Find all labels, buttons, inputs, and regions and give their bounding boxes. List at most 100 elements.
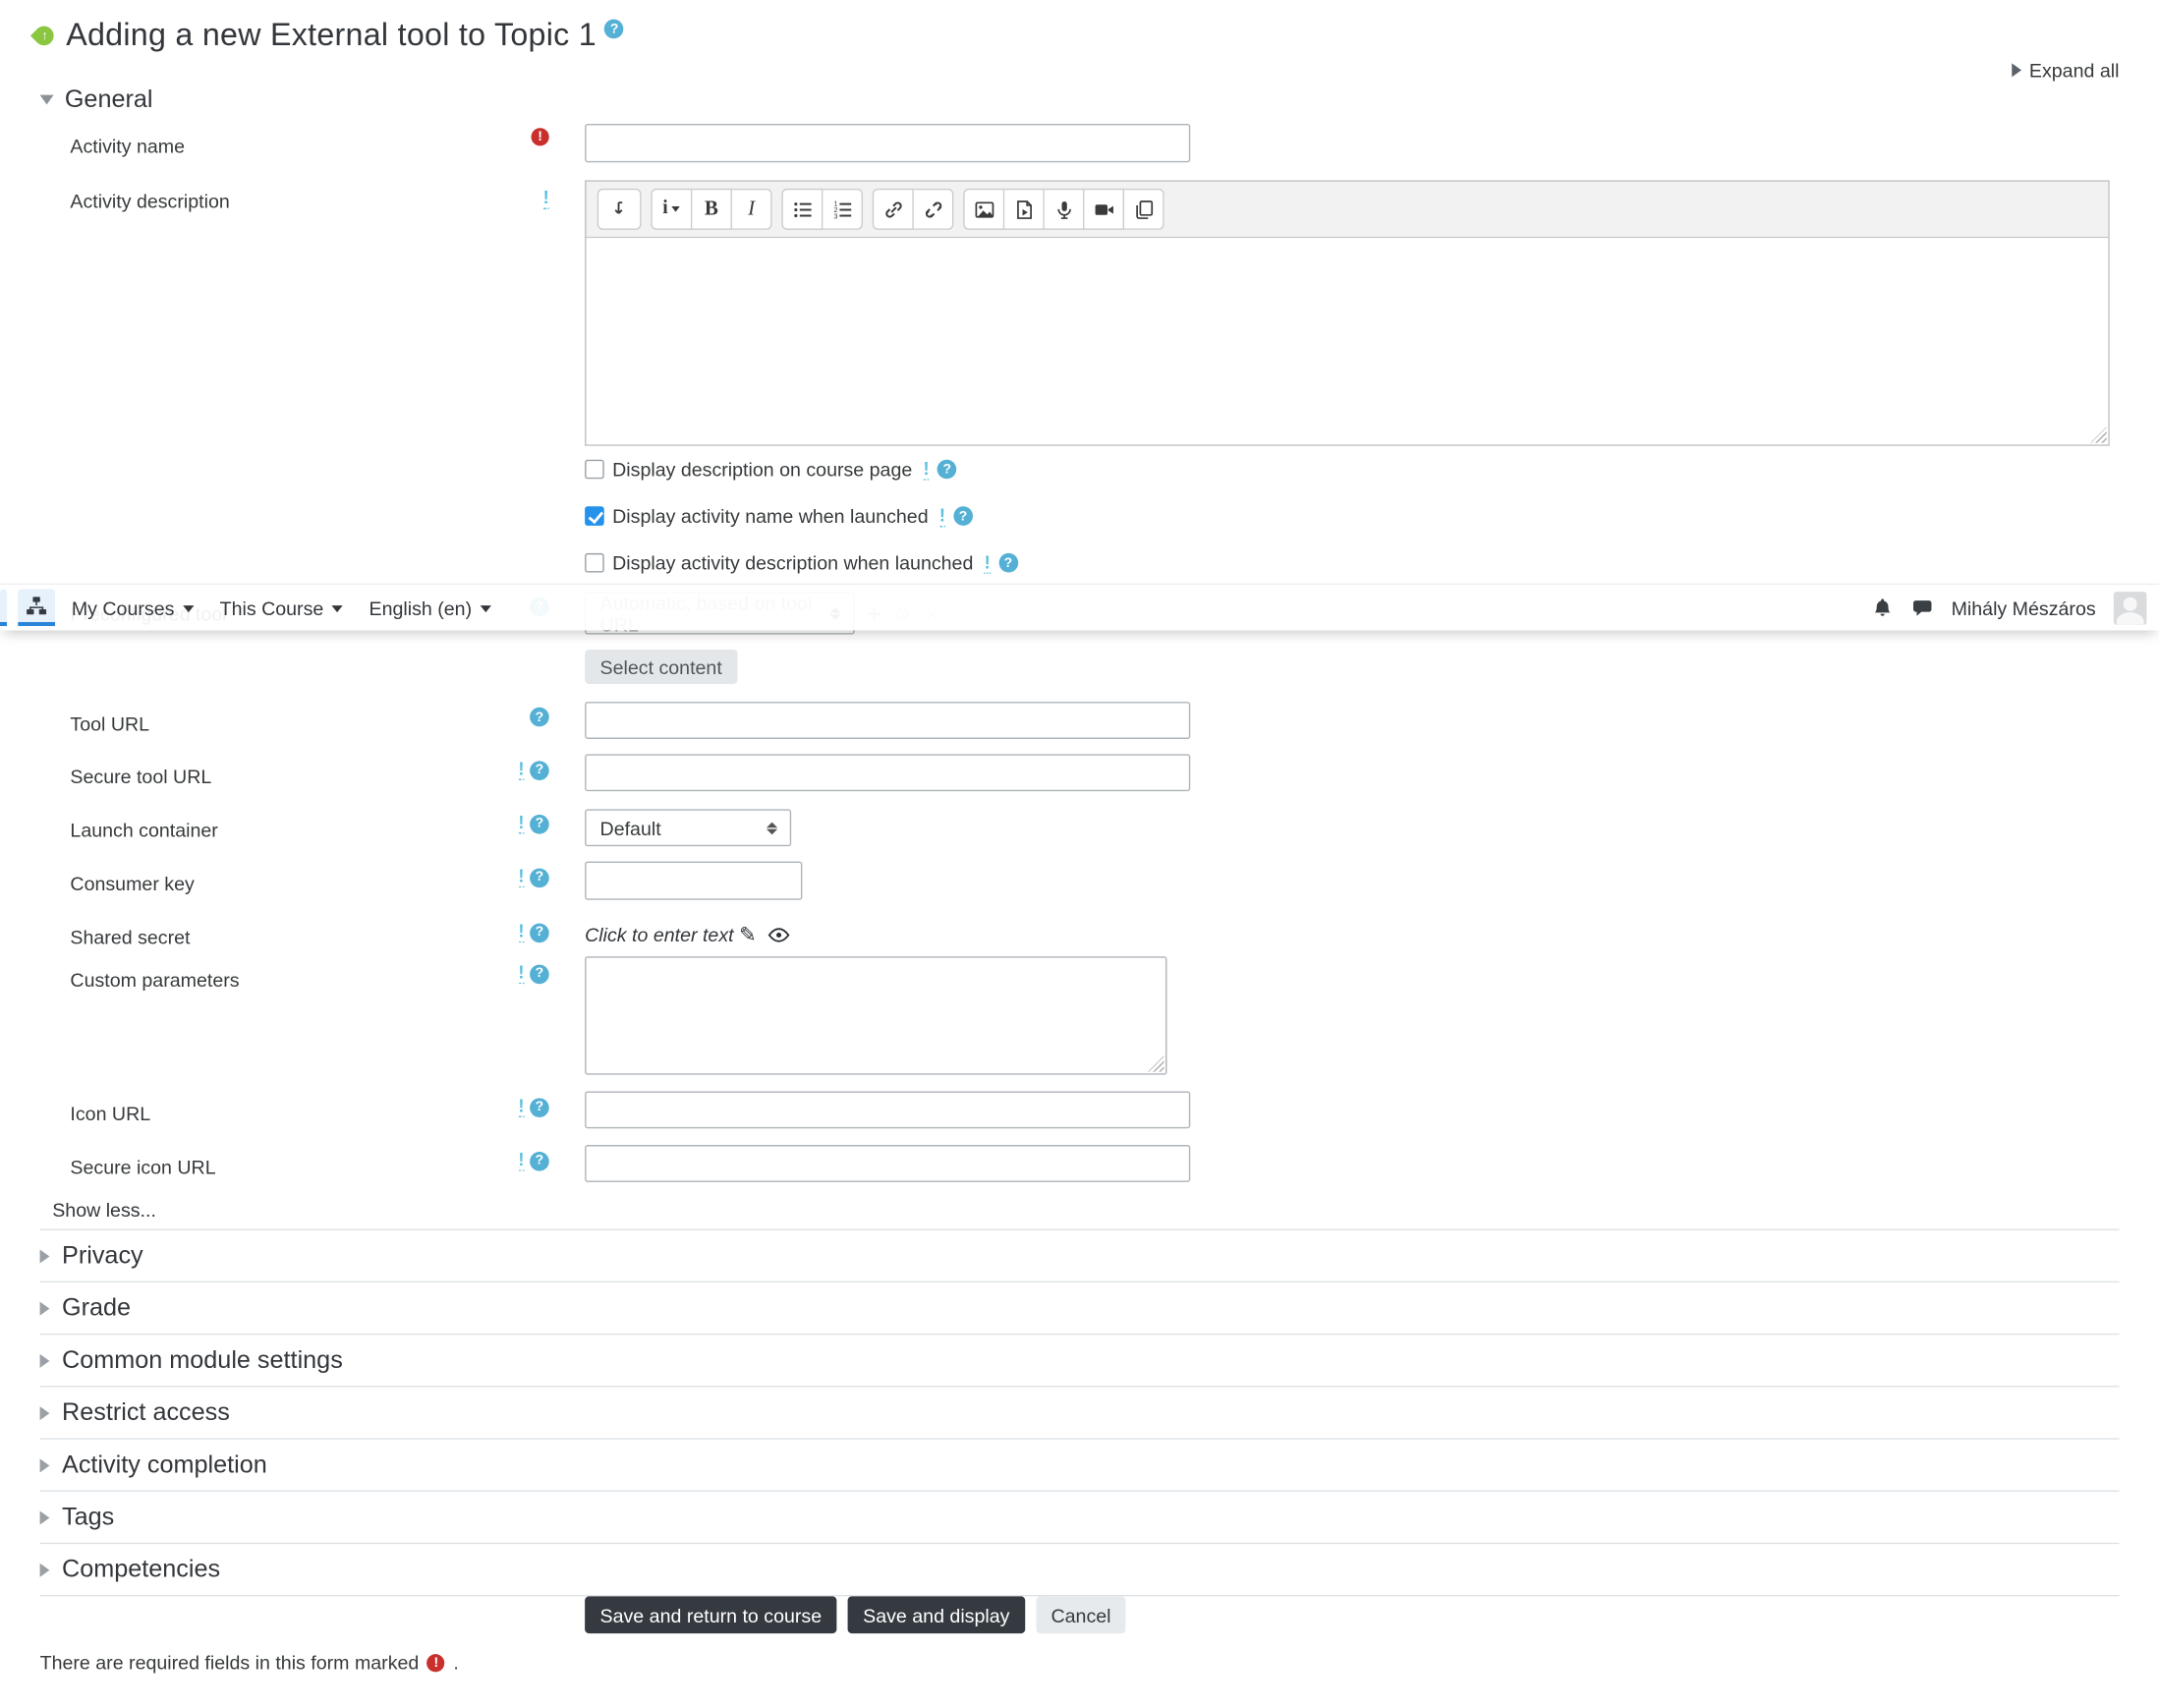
required-fields-note: There are required fields in this form m… bbox=[39, 1651, 459, 1674]
checkbox[interactable] bbox=[585, 459, 604, 480]
section-competencies[interactable]: Competencies bbox=[39, 1544, 2120, 1597]
bell-icon[interactable] bbox=[1871, 597, 1893, 618]
help-icon[interactable]: ? bbox=[530, 963, 549, 984]
unordered-list-button[interactable] bbox=[781, 188, 824, 230]
section-privacy[interactable]: Privacy bbox=[39, 1230, 2120, 1283]
cancel-button[interactable]: Cancel bbox=[1036, 1596, 1126, 1634]
pencil-icon[interactable]: ✎ bbox=[739, 922, 757, 947]
help-icon[interactable]: ? bbox=[530, 814, 549, 833]
checkbox-display-description[interactable]: Display description on course page ! ? bbox=[585, 454, 1018, 484]
row-icon-url: Icon URL !? bbox=[40, 1091, 2120, 1132]
checkbox-display-activity-name[interactable]: Display activity name when launched ! ? bbox=[585, 501, 1018, 532]
resize-grip[interactable] bbox=[2090, 427, 2107, 443]
help-icon[interactable]: ? bbox=[937, 459, 957, 480]
custom-parameters-textarea[interactable] bbox=[585, 956, 1167, 1075]
section-grade[interactable]: Grade bbox=[39, 1282, 2120, 1336]
toolbar-toggle-button[interactable] bbox=[597, 188, 642, 230]
manage-files-button[interactable] bbox=[1124, 188, 1165, 230]
row-secure-icon-url: Secure icon URL !? bbox=[40, 1145, 2120, 1186]
section-tags[interactable]: Tags bbox=[39, 1492, 2120, 1545]
nav-tab-partial[interactable] bbox=[0, 589, 8, 627]
svg-text:3: 3 bbox=[833, 211, 837, 219]
help-icon[interactable]: ? bbox=[530, 760, 549, 780]
checkbox[interactable] bbox=[585, 506, 604, 526]
media-button[interactable] bbox=[1004, 188, 1045, 230]
help-icon[interactable]: ? bbox=[604, 19, 624, 39]
activity-name-input[interactable] bbox=[585, 124, 1191, 163]
eye-icon[interactable] bbox=[767, 927, 790, 942]
ordered-list-button[interactable]: 123 bbox=[823, 188, 863, 230]
checkbox-display-activity-description[interactable]: Display activity description when launch… bbox=[585, 547, 1018, 578]
editor-content-area[interactable] bbox=[586, 238, 2109, 445]
user-name[interactable]: Mihály Mészáros bbox=[1952, 597, 2096, 618]
nav-language[interactable]: English (en) bbox=[369, 597, 491, 618]
save-and-return-button[interactable]: Save and return to course bbox=[585, 1596, 837, 1634]
link-button[interactable] bbox=[872, 188, 914, 230]
help-icon[interactable]: ? bbox=[530, 1151, 549, 1170]
advanced-icon: ! bbox=[518, 758, 525, 780]
secure-tool-url-input[interactable] bbox=[585, 754, 1191, 792]
section-activity-completion[interactable]: Activity completion bbox=[39, 1440, 2120, 1492]
avatar[interactable] bbox=[2113, 591, 2147, 625]
record-audio-button[interactable] bbox=[1044, 188, 1085, 230]
section-general-header[interactable]: General bbox=[39, 85, 152, 114]
expand-all-link[interactable]: Expand all bbox=[2011, 59, 2119, 82]
row-consumer-key: Consumer key !? bbox=[40, 861, 2120, 903]
help-icon[interactable]: ? bbox=[530, 922, 549, 942]
advanced-icon: ! bbox=[984, 550, 991, 574]
row-tool-url: Tool URL ? bbox=[40, 702, 2120, 743]
record-video-button[interactable] bbox=[1084, 188, 1125, 230]
advanced-icon: ! bbox=[923, 457, 930, 481]
field-label: Activity name bbox=[70, 135, 185, 157]
caret-down-icon bbox=[39, 94, 54, 105]
external-tool-icon: ↑ bbox=[29, 21, 58, 49]
form-actions: Save and return to course Save and displ… bbox=[585, 1596, 1126, 1634]
row-custom-parameters: Custom parameters !? bbox=[40, 956, 2120, 1080]
caret-right-icon bbox=[39, 1353, 50, 1368]
field-label: Icon URL bbox=[70, 1102, 151, 1125]
help-icon[interactable]: ? bbox=[530, 707, 549, 727]
editor-toolbar: iBI 123 bbox=[586, 181, 2109, 239]
help-icon[interactable]: ? bbox=[530, 867, 549, 887]
row-launch-container: Launch container !? Default bbox=[40, 809, 2120, 850]
field-label: Consumer key bbox=[70, 872, 195, 895]
row-secure-tool-url: Secure tool URL !? bbox=[40, 754, 2120, 795]
secure-icon-url-input[interactable] bbox=[585, 1145, 1191, 1182]
required-icon: ! bbox=[426, 1653, 445, 1672]
help-icon[interactable]: ? bbox=[953, 506, 973, 526]
save-and-display-button[interactable]: Save and display bbox=[847, 1596, 1025, 1634]
nav-this-course[interactable]: This Course bbox=[220, 597, 343, 618]
paragraph-format-button[interactable]: i bbox=[651, 188, 693, 230]
select-content-button[interactable]: Select content bbox=[585, 649, 738, 684]
show-less-link[interactable]: Show less... bbox=[52, 1199, 156, 1221]
launch-container-select[interactable]: Default bbox=[585, 809, 792, 847]
sitemap-icon[interactable] bbox=[18, 589, 56, 627]
field-label: Secure icon URL bbox=[70, 1156, 216, 1178]
resize-grip[interactable] bbox=[1147, 1055, 1165, 1072]
unlink-button[interactable] bbox=[913, 188, 954, 230]
section-common-module-settings[interactable]: Common module settings bbox=[39, 1335, 2120, 1388]
row-activity-description: Activity description ! iBI 123 bbox=[40, 180, 2120, 446]
advanced-icon: ! bbox=[518, 920, 525, 943]
field-label: Activity description bbox=[70, 190, 230, 212]
consumer-key-input[interactable] bbox=[585, 861, 803, 900]
bold-button[interactable]: B bbox=[692, 188, 732, 230]
help-icon[interactable]: ? bbox=[530, 1097, 549, 1117]
collapsed-sections: Privacy Grade Common module settings Restri… bbox=[39, 1228, 2120, 1597]
row-shared-secret: Shared secret !? Click to enter text ✎ bbox=[40, 914, 2120, 948]
tool-url-input[interactable] bbox=[585, 702, 1191, 739]
chevron-down-icon bbox=[331, 605, 343, 613]
italic-button[interactable]: I bbox=[731, 188, 772, 230]
icon-url-input[interactable] bbox=[585, 1091, 1191, 1129]
checkbox[interactable] bbox=[585, 552, 604, 573]
field-label: Tool URL bbox=[70, 712, 150, 735]
help-icon[interactable]: ? bbox=[998, 552, 1018, 573]
chat-icon[interactable] bbox=[1911, 597, 1933, 618]
field-label: Custom parameters bbox=[70, 968, 240, 992]
image-button[interactable] bbox=[963, 188, 1005, 230]
section-restrict-access[interactable]: Restrict access bbox=[39, 1388, 2120, 1440]
nav-my-courses[interactable]: My Courses bbox=[72, 597, 195, 618]
field-label: Shared secret bbox=[70, 926, 191, 948]
shared-secret-value[interactable]: Click to enter text bbox=[585, 924, 733, 945]
advanced-icon: ! bbox=[938, 504, 945, 527]
